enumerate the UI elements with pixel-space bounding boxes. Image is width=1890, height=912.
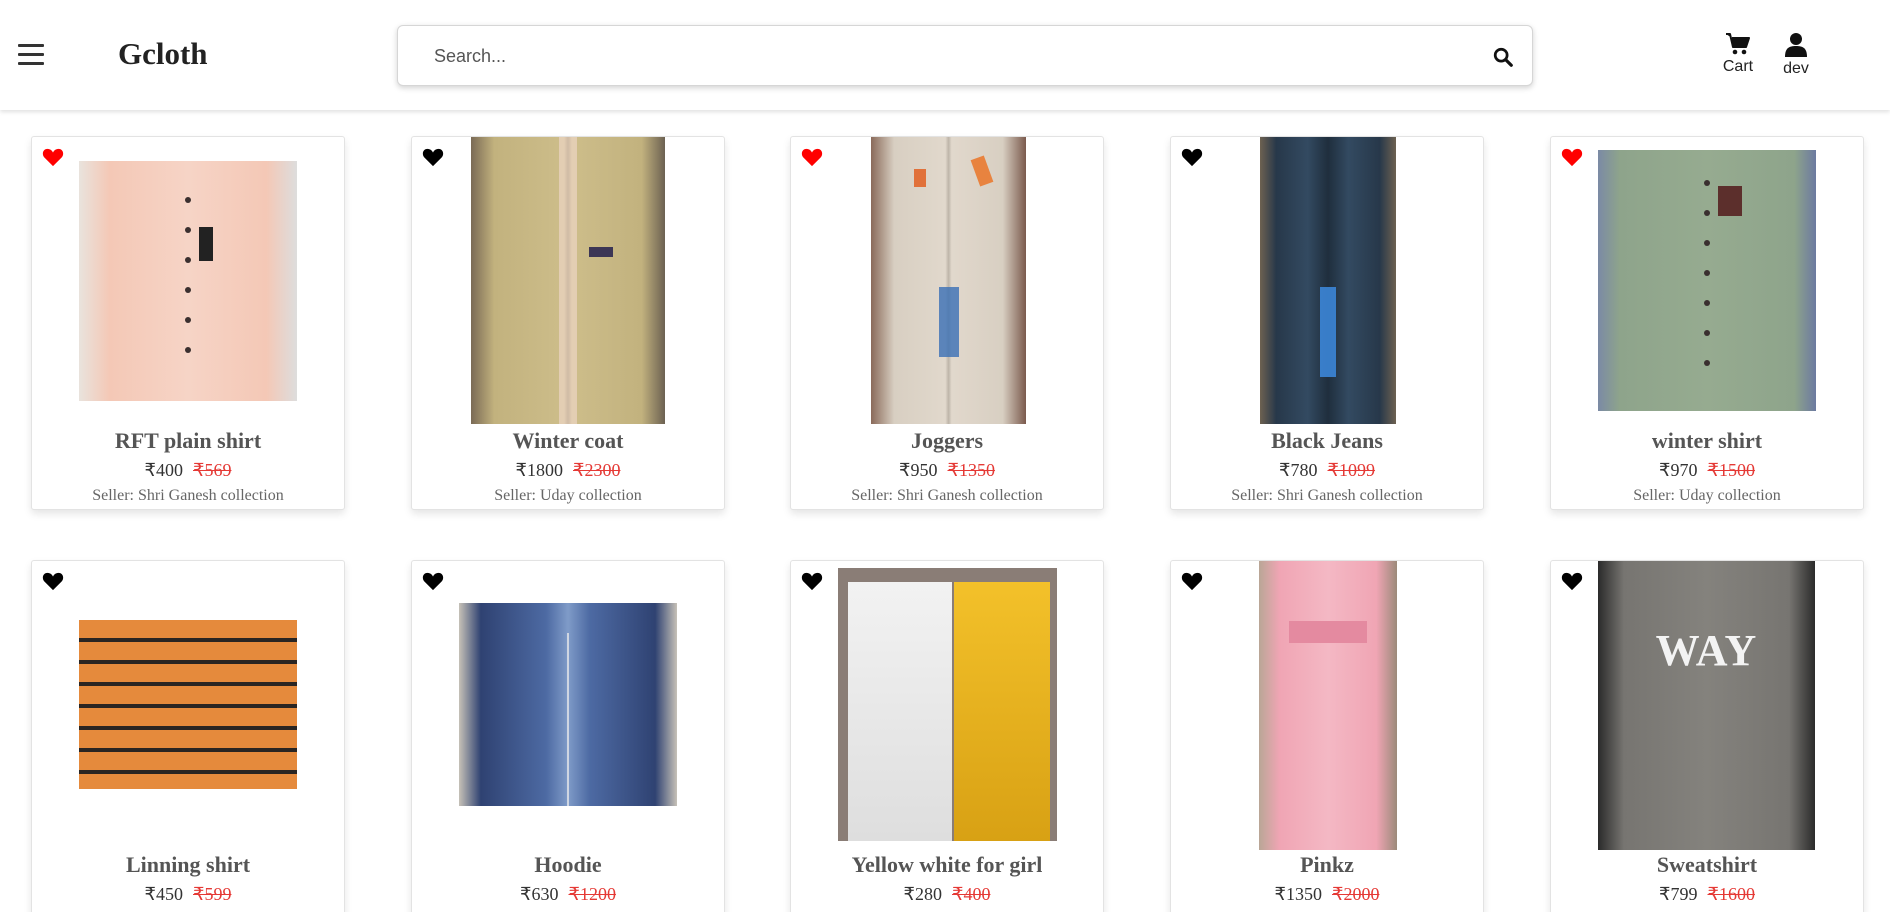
favorite-heart-icon[interactable] [422, 571, 444, 591]
product-price: ₹450 ₹599 [32, 884, 344, 905]
original-price: ₹569 [193, 460, 232, 480]
brand-logo[interactable]: Gcloth [118, 36, 208, 72]
product-card[interactable]: winter shirt ₹970 ₹1500 Seller: Uday coll… [1550, 136, 1864, 510]
favorite-heart-icon[interactable] [1181, 571, 1203, 591]
product-price: ₹630 ₹1200 [412, 884, 724, 905]
seller-name: Seller: Shri Ganesh collection [851, 487, 1043, 504]
product-name[interactable]: Hoodie [412, 852, 724, 878]
product-price: ₹400 ₹569 [32, 460, 344, 481]
sale-price: ₹280 [903, 884, 942, 904]
product-card[interactable]: RFT plain shirt ₹400 ₹569 Seller: Shri Ga… [31, 136, 345, 510]
sweatshirt-print-text: WAY [1655, 626, 1758, 675]
product-image[interactable] [79, 620, 297, 789]
product-card[interactable]: Black Jeans ₹780 ₹1099 Seller: Shri Ganes… [1170, 136, 1484, 510]
original-price: ₹1350 [947, 460, 995, 480]
original-price: ₹400 [952, 884, 991, 904]
favorite-heart-icon[interactable] [801, 147, 823, 167]
product-price: ₹780 ₹1099 [1171, 460, 1483, 481]
product-name[interactable]: RFT plain shirt [32, 428, 344, 454]
product-card[interactable]: Yellow white for girl ₹280 ₹400 [790, 560, 1104, 912]
product-image[interactable] [459, 603, 677, 806]
product-name[interactable]: Black Jeans [1171, 428, 1483, 454]
hamburger-menu-icon[interactable] [18, 44, 44, 66]
product-card[interactable]: Winter coat ₹1800 ₹2300 Seller: Uday coll… [411, 136, 725, 510]
user-icon [1785, 33, 1807, 57]
product-card[interactable]: Joggers ₹950 ₹1350 Seller: Shri Ganesh co… [790, 136, 1104, 510]
product-card[interactable]: Linning shirt ₹450 ₹599 [31, 560, 345, 912]
product-price: ₹970 ₹1500 [1551, 460, 1863, 481]
search-input[interactable] [434, 43, 1434, 69]
product-name[interactable]: Winter coat [412, 428, 724, 454]
product-image[interactable] [871, 137, 1026, 424]
original-price: ₹1099 [1327, 460, 1375, 480]
favorite-heart-icon[interactable] [1561, 571, 1583, 591]
original-price: ₹1500 [1707, 460, 1755, 480]
product-price: ₹1800 ₹2300 [412, 460, 724, 481]
favorite-heart-icon[interactable] [1561, 147, 1583, 167]
cart-button[interactable]: Cart [1718, 32, 1758, 76]
product-price: ₹950 ₹1350 [791, 460, 1103, 481]
product-price: ₹1350 ₹2000 [1171, 884, 1483, 905]
product-image[interactable] [1260, 137, 1396, 424]
cart-icon [1726, 33, 1750, 55]
top-navbar: Gcloth Cart dev [0, 0, 1890, 110]
seller-name: Seller: Shri Ganesh collection [92, 487, 284, 504]
product-image[interactable] [471, 137, 665, 424]
product-price: ₹280 ₹400 [791, 884, 1103, 905]
favorite-heart-icon[interactable] [422, 147, 444, 167]
product-image[interactable]: WAY [1598, 561, 1815, 850]
product-card[interactable]: Pinkz ₹1350 ₹2000 [1170, 560, 1484, 912]
product-image[interactable] [1259, 561, 1397, 850]
sale-price: ₹970 [1659, 460, 1698, 480]
original-price: ₹599 [193, 884, 232, 904]
favorite-heart-icon[interactable] [1181, 147, 1203, 167]
product-name[interactable]: Joggers [791, 428, 1103, 454]
product-image[interactable] [79, 161, 297, 401]
product-image[interactable] [1598, 150, 1816, 411]
seller-name: Seller: Uday collection [1633, 487, 1781, 504]
product-image[interactable] [838, 568, 1057, 841]
original-price: ₹2300 [573, 460, 621, 480]
favorite-heart-icon[interactable] [42, 571, 64, 591]
sale-price: ₹400 [144, 460, 183, 480]
search-bar [397, 25, 1533, 86]
sale-price: ₹780 [1279, 460, 1318, 480]
sale-price: ₹450 [144, 884, 183, 904]
product-name[interactable]: Yellow white for girl [791, 852, 1103, 878]
product-name[interactable]: Sweatshirt [1551, 852, 1863, 878]
favorite-heart-icon[interactable] [801, 571, 823, 591]
sale-price: ₹950 [899, 460, 938, 480]
cart-label: Cart [1722, 58, 1754, 75]
original-price: ₹1200 [568, 884, 616, 904]
sale-price: ₹799 [1659, 884, 1698, 904]
product-name[interactable]: Pinkz [1171, 852, 1483, 878]
seller-name: Seller: Shri Ganesh collection [1231, 487, 1423, 504]
product-card[interactable]: WAY Sweatshirt ₹799 ₹1600 [1550, 560, 1864, 912]
original-price: ₹2000 [1332, 884, 1380, 904]
search-icon[interactable] [1492, 46, 1514, 68]
sale-price: ₹1800 [515, 460, 563, 480]
account-button[interactable]: dev [1776, 32, 1816, 78]
product-price: ₹799 ₹1600 [1551, 884, 1863, 905]
original-price: ₹1600 [1707, 884, 1755, 904]
seller-name: Seller: Uday collection [494, 487, 642, 504]
product-name[interactable]: winter shirt [1551, 428, 1863, 454]
sale-price: ₹1350 [1274, 884, 1322, 904]
user-name-label: dev [1783, 60, 1809, 77]
favorite-heart-icon[interactable] [42, 147, 64, 167]
sale-price: ₹630 [520, 884, 559, 904]
product-card[interactable]: Hoodie ₹630 ₹1200 [411, 560, 725, 912]
product-name[interactable]: Linning shirt [32, 852, 344, 878]
